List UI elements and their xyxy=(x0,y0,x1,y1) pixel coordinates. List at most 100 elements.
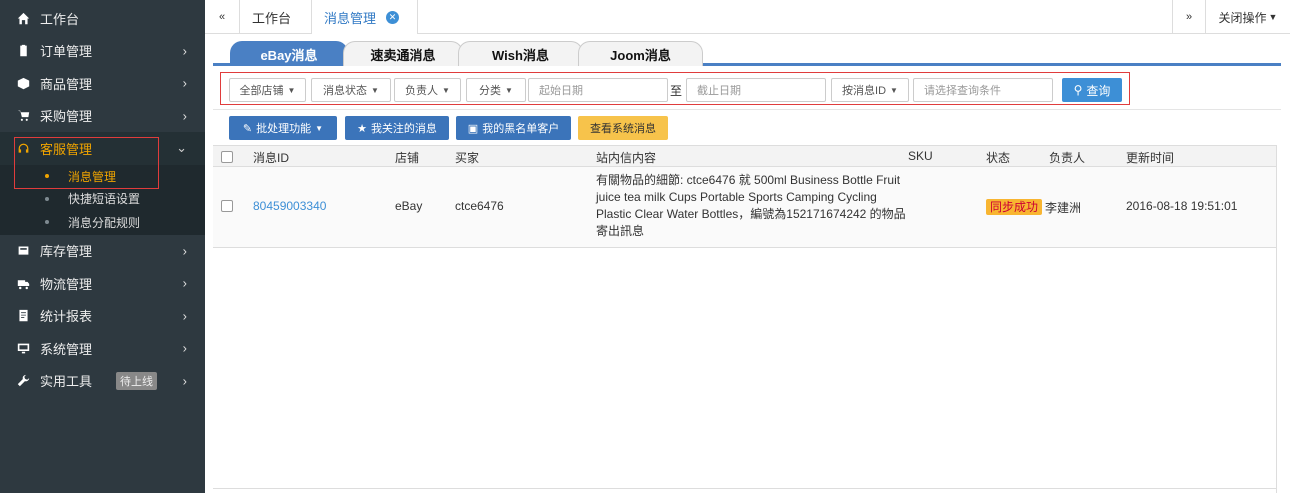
store-select-label: 全部店铺 xyxy=(239,85,284,97)
sidebar-item-inventory[interactable]: 库存管理 › xyxy=(0,235,205,268)
message-status-label: 消息状态 xyxy=(323,85,368,97)
wrench-icon xyxy=(16,374,30,388)
messages-table: 消息ID 店铺 买家 站内信内容 SKU 状态 负责人 更新时间 8045900… xyxy=(213,145,1276,248)
sidebar-item-dashboard[interactable]: 工作台 xyxy=(0,2,205,35)
followed-messages-button[interactable]: ★ 我关注的消息 xyxy=(345,116,449,140)
sidebar-item-label: 订单管理 xyxy=(40,44,93,60)
row-checkbox[interactable] xyxy=(221,200,233,212)
sidebar-sub-item-distribution-rules[interactable]: 消息分配规则 xyxy=(0,209,205,235)
sidebar-sub-item-messages[interactable]: 消息管理 xyxy=(0,164,205,188)
star-icon: ★ xyxy=(357,122,367,135)
caret-down-icon: ▼ xyxy=(442,85,450,95)
message-id-link[interactable]: 80459003340 xyxy=(253,199,326,213)
coming-soon-badge: 待上线 xyxy=(116,371,158,390)
category-select[interactable]: 分类 ▼ xyxy=(466,78,526,102)
table-header: 消息ID 店铺 买家 站内信内容 SKU 状态 负责人 更新时间 xyxy=(213,145,1276,167)
sidebar-item-label: 工作台 xyxy=(40,11,80,27)
table-row[interactable]: 80459003340 eBay ctce6476 有關物品的細節: ctce6… xyxy=(213,167,1276,248)
chevron-right-icon: › xyxy=(182,275,187,291)
tab-dashboard[interactable]: 工作台 xyxy=(240,0,312,34)
sidebar-item-label: 库存管理 xyxy=(40,244,93,260)
column-header-buyer[interactable]: 买家 xyxy=(455,149,479,166)
truck-icon xyxy=(16,276,30,290)
column-header-content[interactable]: 站内信内容 xyxy=(596,149,656,166)
tab-aliexpress-messages[interactable]: 速卖通消息 xyxy=(343,41,463,66)
sidebar-sub-item-label: 消息管理 xyxy=(68,169,117,184)
store-cell: eBay xyxy=(395,199,423,213)
blacklist-customers-label: 我的黑名单客户 xyxy=(482,123,560,135)
query-condition-input[interactable]: 请选择查询条件 xyxy=(913,78,1053,102)
scroll-left-button[interactable]: « xyxy=(205,0,240,34)
contact-card-icon: ▣ xyxy=(467,122,479,135)
status-badge: 同步成功 xyxy=(986,199,1043,215)
store-select[interactable]: 全部店铺 ▼ xyxy=(229,78,306,102)
chevron-right-icon: › xyxy=(182,373,187,389)
date-range-separator: 至 xyxy=(670,83,683,98)
start-date-input[interactable]: 起始日期 xyxy=(528,78,668,102)
sidebar: 工作台 订单管理 › 商品管理 › 采购管理 › 客服管理 ⌄ 消息管理 快捷短… xyxy=(0,0,205,493)
vertical-scrollbar[interactable] xyxy=(1276,145,1290,493)
report-icon xyxy=(16,309,30,323)
tab-bar: « 工作台 消息管理 ✕ » 关闭操作 ▼ xyxy=(205,0,1290,34)
sidebar-sub-item-quick-phrases[interactable]: 快捷短语设置 xyxy=(0,187,205,210)
sidebar-sub-item-label: 快捷短语设置 xyxy=(68,192,141,206)
select-all-checkbox[interactable] xyxy=(221,151,233,163)
sidebar-item-label: 客服管理 xyxy=(40,141,93,157)
chevron-right-icon: › xyxy=(182,75,187,91)
column-header-owner[interactable]: 负责人 xyxy=(1049,149,1085,166)
search-by-id-select[interactable]: 按消息ID ▼ xyxy=(831,78,909,102)
end-date-input[interactable]: 截止日期 xyxy=(686,78,826,102)
message-status-select[interactable]: 消息状态 ▼ xyxy=(311,78,391,102)
bullet-icon xyxy=(45,220,49,224)
column-header-sku[interactable]: SKU xyxy=(908,149,933,163)
category-select-label: 分类 xyxy=(479,85,502,97)
sidebar-item-purchasing[interactable]: 采购管理 › xyxy=(0,100,205,133)
sidebar-item-reports[interactable]: 统计报表 › xyxy=(0,300,205,333)
status-cell: 同步成功 xyxy=(986,198,1043,215)
updated-time-cell: 2016-08-18 19:51:01 xyxy=(1126,199,1238,213)
search-button-label: 查询 xyxy=(1086,83,1111,98)
column-header-updated[interactable]: 更新时间 xyxy=(1126,149,1174,166)
tab-joom-messages[interactable]: Joom消息 xyxy=(578,41,703,66)
clipboard-icon xyxy=(16,44,30,58)
divider xyxy=(213,488,1276,489)
sidebar-item-label: 物流管理 xyxy=(40,276,93,292)
filter-bar: 全部店铺 ▼ 消息状态 ▼ 负责人 ▼ 分类 ▼ 起始日期 至 截止日期 按消息ID ▼ … xyxy=(213,68,1281,110)
close-operations-dropdown[interactable]: 关闭操作 ▼ xyxy=(1206,0,1290,34)
batch-actions-button[interactable]: ✎ 批处理功能 ▼ xyxy=(229,116,337,140)
chevron-right-icon: › xyxy=(182,340,187,356)
sidebar-item-label: 实用工具 xyxy=(40,374,93,390)
caret-down-icon: ▼ xyxy=(371,85,379,95)
tab-message-management[interactable]: 消息管理 ✕ xyxy=(312,0,418,34)
close-operations-label: 关闭操作 xyxy=(1218,10,1267,25)
content-cell: 有關物品的細節: ctce6476 就 500ml Business Bottl… xyxy=(596,173,906,238)
sidebar-sub-item-label: 消息分配规则 xyxy=(68,215,141,230)
column-header-message-id[interactable]: 消息ID xyxy=(253,149,289,166)
tab-label: 消息管理 xyxy=(324,10,377,26)
owner-select[interactable]: 负责人 ▼ xyxy=(394,78,461,102)
blacklist-customers-button[interactable]: ▣ 我的黑名单客户 xyxy=(456,116,571,140)
sidebar-item-customer-service[interactable]: 客服管理 ⌄ xyxy=(0,132,205,165)
search-button[interactable]: ⚲ 查询 xyxy=(1062,78,1122,102)
bullet-icon xyxy=(45,174,49,178)
sidebar-item-products[interactable]: 商品管理 › xyxy=(0,67,205,100)
cart-icon xyxy=(16,109,30,123)
sidebar-item-label: 系统管理 xyxy=(40,341,93,357)
system-messages-label: 查看系统消息 xyxy=(590,123,656,135)
close-icon[interactable]: ✕ xyxy=(386,10,400,24)
caret-down-icon: ▼ xyxy=(1268,12,1278,22)
sidebar-item-orders[interactable]: 订单管理 › xyxy=(0,35,205,68)
buyer-cell: ctce6476 xyxy=(455,199,504,213)
tab-ebay-messages[interactable]: eBay消息 xyxy=(230,41,348,66)
sidebar-item-tools[interactable]: 实用工具 待上线 › xyxy=(0,365,205,398)
owner-cell: 李建洲 xyxy=(1045,201,1082,215)
sidebar-item-logistics[interactable]: 物流管理 › xyxy=(0,267,205,300)
chevron-right-icon: › xyxy=(182,43,187,59)
channel-tabs: eBay消息 速卖通消息 Wish消息 Joom消息 xyxy=(213,38,1281,66)
tab-wish-messages[interactable]: Wish消息 xyxy=(458,41,583,66)
sidebar-item-system[interactable]: 系统管理 › xyxy=(0,332,205,365)
column-header-status[interactable]: 状态 xyxy=(986,149,1010,166)
system-messages-button[interactable]: 查看系统消息 xyxy=(578,116,668,140)
column-header-store[interactable]: 店铺 xyxy=(395,149,419,166)
scroll-right-button[interactable]: » xyxy=(1172,0,1206,34)
